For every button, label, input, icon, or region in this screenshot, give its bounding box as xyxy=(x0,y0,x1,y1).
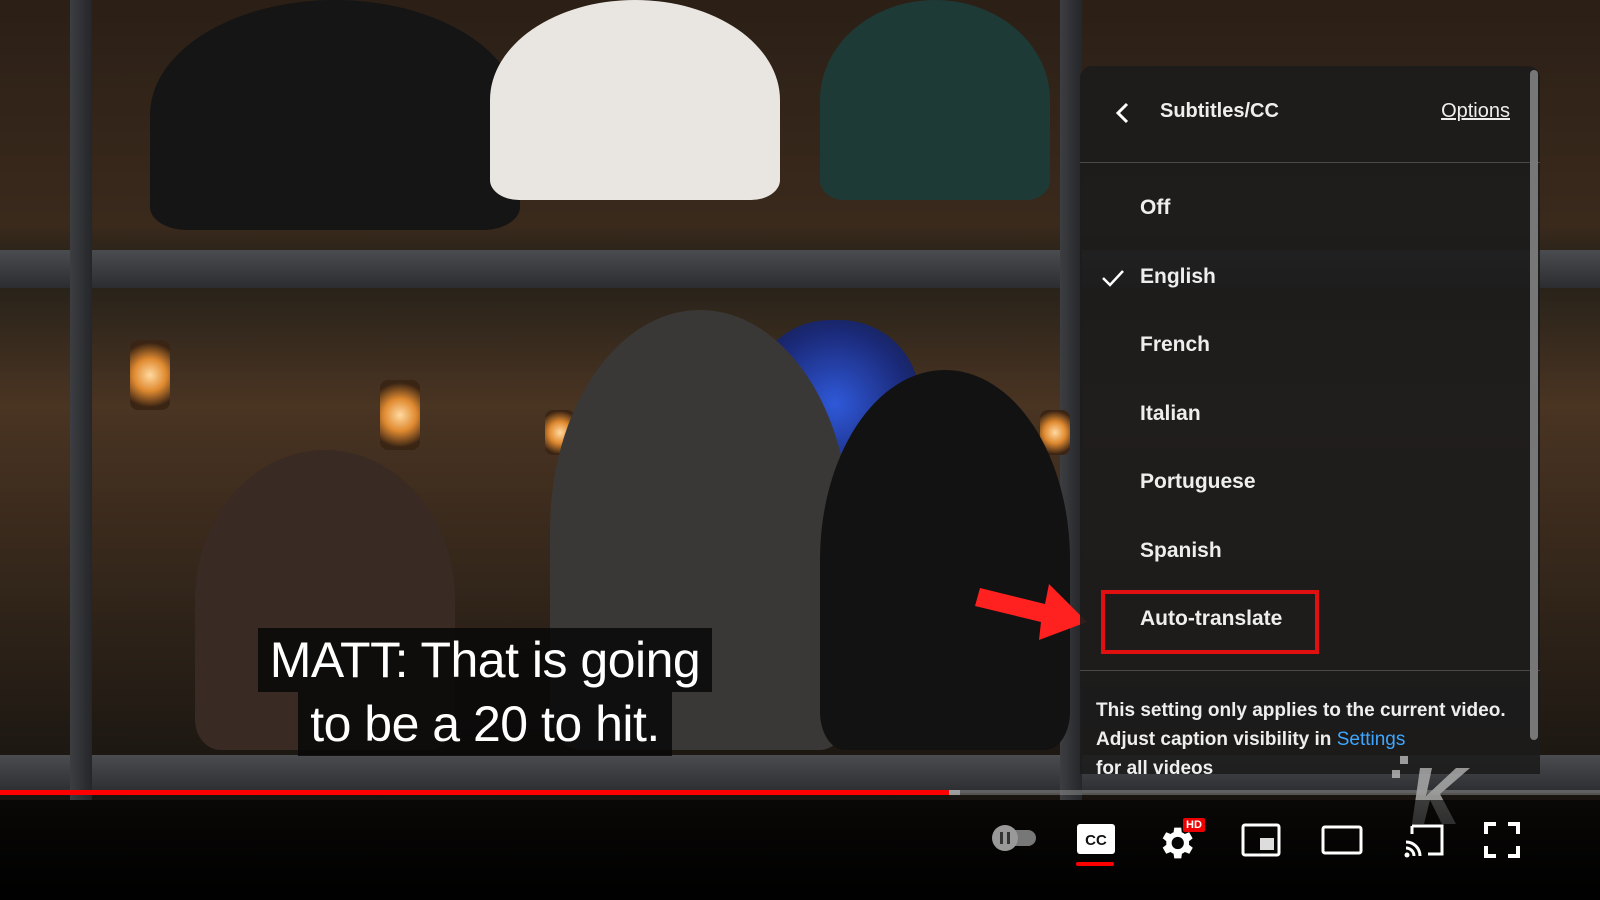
autoplay-toggle-icon[interactable] xyxy=(990,823,1040,853)
subtitle-option-french[interactable]: French xyxy=(1080,313,1540,381)
video-scene-lamp xyxy=(380,380,420,450)
cc-active-indicator xyxy=(1076,862,1114,866)
caption-overlay: MATT: That is going to be a 20 to hit. xyxy=(225,628,745,756)
annotation-highlight-box xyxy=(1101,590,1319,654)
cc-icon-label: CC xyxy=(1085,832,1107,849)
subtitle-option-off[interactable]: Off xyxy=(1080,176,1540,244)
subtitle-option-italian[interactable]: Italian xyxy=(1080,382,1540,450)
subtitle-option-label: Italian xyxy=(1140,402,1201,425)
progress-played xyxy=(0,790,949,795)
video-scene-lamp xyxy=(130,340,170,410)
subtitles-menu-title: Subtitles/CC xyxy=(1160,100,1279,122)
subtitle-option-label: English xyxy=(1140,265,1216,288)
annotation-arrow-icon xyxy=(975,584,1087,640)
settings-button[interactable]: HD xyxy=(1155,818,1210,863)
settings-link[interactable]: Settings xyxy=(1337,729,1406,750)
subtitle-option-spanish[interactable]: Spanish xyxy=(1080,519,1540,587)
menu-scrollbar[interactable] xyxy=(1530,70,1538,740)
subtitle-option-portuguese[interactable]: Portuguese xyxy=(1080,450,1540,518)
subtitle-option-label: Spanish xyxy=(1140,539,1222,562)
subtitle-option-label: Portuguese xyxy=(1140,470,1256,493)
subtitles-menu: Subtitles/CC Options Off English French … xyxy=(1080,66,1540,774)
video-scene-person xyxy=(820,370,1070,750)
hd-badge: HD xyxy=(1183,818,1205,832)
footer-text: This setting only applies to the current… xyxy=(1096,700,1506,750)
miniplayer-icon[interactable] xyxy=(1240,822,1282,858)
video-scene-person xyxy=(490,0,780,200)
cc-button[interactable]: CC xyxy=(1075,822,1117,870)
video-scene-person xyxy=(150,0,520,230)
menu-divider xyxy=(1080,670,1540,671)
video-scene-post xyxy=(70,0,92,800)
footer-text-after: for all videos xyxy=(1096,758,1214,774)
checkmark-icon xyxy=(1102,270,1124,287)
subtitle-option-english[interactable]: English xyxy=(1080,245,1540,313)
subtitles-menu-header: Subtitles/CC Options xyxy=(1080,66,1540,163)
back-chevron-icon[interactable] xyxy=(1108,98,1138,128)
video-scene-person xyxy=(820,0,1050,200)
cc-icon: CC xyxy=(1077,824,1115,854)
subtitle-option-label: Off xyxy=(1140,196,1171,219)
options-link[interactable]: Options xyxy=(1441,100,1510,123)
subtitle-option-label: French xyxy=(1140,333,1211,356)
caption-line-2: to be a 20 to hit. xyxy=(298,692,672,756)
caption-line-1: MATT: That is going xyxy=(257,628,713,692)
cast-icon[interactable] xyxy=(1402,820,1446,860)
theater-mode-icon[interactable] xyxy=(1320,822,1364,858)
fullscreen-icon[interactable] xyxy=(1482,820,1522,860)
progress-bar[interactable] xyxy=(0,790,1600,795)
